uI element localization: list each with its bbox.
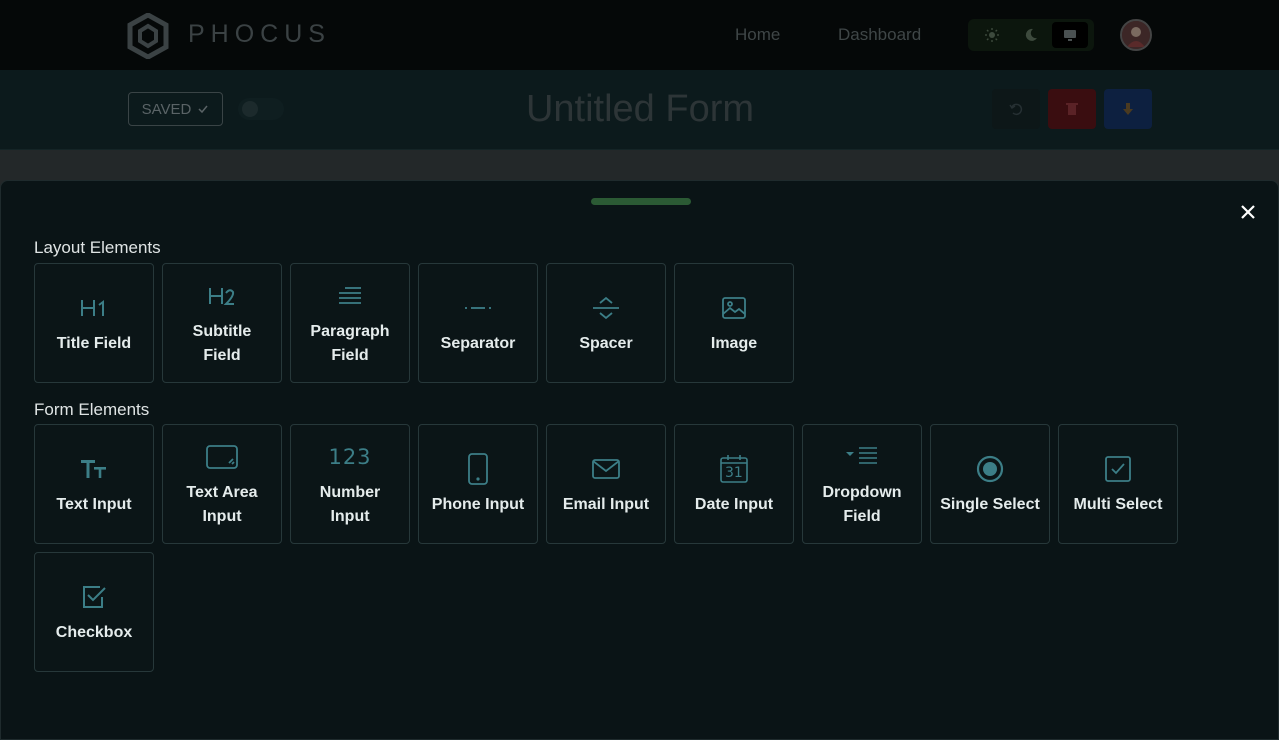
form-elements-heading: Form Elements bbox=[34, 400, 150, 419]
drawer-drag-handle[interactable] bbox=[591, 198, 691, 205]
saved-status-badge: SAVED bbox=[128, 92, 223, 126]
tile-label: Email Input bbox=[562, 496, 650, 513]
calendar-glyph: 31 bbox=[725, 465, 743, 481]
dropdown-icon bbox=[844, 439, 880, 475]
nav-link-home[interactable]: Home bbox=[735, 25, 780, 45]
close-button[interactable] bbox=[1237, 201, 1259, 223]
calendar-icon: 31 bbox=[716, 451, 752, 487]
brand-name[interactable]: PHOCUS bbox=[188, 20, 331, 49]
nav-link-dashboard[interactable]: Dashboard bbox=[838, 25, 921, 45]
heading-2-icon bbox=[204, 278, 240, 314]
tile-title-field[interactable]: Title Field bbox=[34, 263, 154, 383]
tile-label: Text Input bbox=[56, 496, 132, 513]
heading-1-icon bbox=[76, 290, 112, 326]
theme-light-button[interactable] bbox=[974, 22, 1010, 48]
email-icon bbox=[588, 451, 624, 487]
monitor-icon bbox=[1064, 30, 1076, 41]
close-icon bbox=[1241, 205, 1255, 219]
tile-separator[interactable]: Separator bbox=[418, 263, 538, 383]
number-glyph: 123 bbox=[328, 445, 372, 469]
tile-dropdown-field[interactable]: Dropdown Field bbox=[802, 424, 922, 544]
avatar-image bbox=[1122, 21, 1150, 49]
text-area-icon bbox=[204, 439, 240, 475]
tile-label: Title Field bbox=[56, 335, 132, 352]
tile-label: Spacer bbox=[579, 335, 633, 352]
sun-icon bbox=[985, 28, 999, 42]
spacer-icon bbox=[588, 290, 624, 326]
tile-email-input[interactable]: Email Input bbox=[546, 424, 666, 544]
multi-check-icon bbox=[1100, 451, 1136, 487]
tile-multi-select[interactable]: Multi Select bbox=[1058, 424, 1178, 544]
tile-label: Dropdown Field bbox=[822, 484, 902, 525]
tile-paragraph-field[interactable]: Paragraph Field bbox=[290, 263, 410, 383]
check-icon bbox=[198, 105, 208, 114]
form-title[interactable]: Untitled Form bbox=[440, 88, 840, 131]
tile-number-input[interactable]: 123 Number Input bbox=[290, 424, 410, 544]
tile-label: Number Input bbox=[319, 484, 381, 525]
image-icon bbox=[716, 290, 752, 326]
user-avatar[interactable] bbox=[1120, 19, 1152, 51]
text-input-icon bbox=[76, 451, 112, 487]
elements-drawer: Layout Elements Title Field Subtitle Fie… bbox=[0, 180, 1279, 740]
tile-date-input[interactable]: 31 Date Input bbox=[674, 424, 794, 544]
checkbox-icon bbox=[76, 579, 112, 615]
phone-icon bbox=[460, 451, 496, 487]
separator-icon bbox=[460, 290, 496, 326]
tile-label: Single Select bbox=[940, 496, 1040, 513]
tile-image[interactable]: Image bbox=[674, 263, 794, 383]
tile-label: Phone Input bbox=[431, 496, 525, 513]
logo-icon[interactable] bbox=[127, 13, 169, 59]
undo-icon bbox=[1009, 103, 1023, 116]
top-navbar: PHOCUS Home Dashboard bbox=[0, 0, 1279, 70]
preview-toggle[interactable] bbox=[238, 98, 284, 120]
moon-icon bbox=[1025, 28, 1037, 41]
paragraph-icon bbox=[332, 278, 368, 314]
form-toolbar: SAVED Untitled Form bbox=[0, 70, 1279, 150]
tile-label: Separator bbox=[440, 335, 516, 352]
undo-button[interactable] bbox=[992, 89, 1040, 129]
number-icon: 123 bbox=[328, 439, 370, 475]
tile-label: Multi Select bbox=[1073, 496, 1163, 513]
tile-label: Checkbox bbox=[55, 624, 133, 641]
tile-phone-input[interactable]: Phone Input bbox=[418, 424, 538, 544]
tile-spacer[interactable]: Spacer bbox=[546, 263, 666, 383]
delete-button[interactable] bbox=[1048, 89, 1096, 129]
trash-icon bbox=[1066, 103, 1078, 115]
tile-checkbox[interactable]: Checkbox bbox=[34, 552, 154, 672]
tile-label: Subtitle Field bbox=[192, 323, 252, 364]
tile-single-select[interactable]: Single Select bbox=[930, 424, 1050, 544]
save-button[interactable] bbox=[1104, 89, 1152, 129]
radio-icon bbox=[972, 451, 1008, 487]
toggle-knob bbox=[242, 101, 258, 117]
layout-elements-heading: Layout Elements bbox=[34, 238, 161, 257]
save-icon bbox=[1123, 103, 1133, 115]
saved-label: SAVED bbox=[141, 100, 192, 118]
tile-label: Text Area Input bbox=[186, 484, 258, 525]
theme-switcher bbox=[968, 19, 1094, 51]
theme-dark-button[interactable] bbox=[1013, 22, 1049, 48]
tile-label: Image bbox=[710, 335, 758, 352]
tile-text-area-input[interactable]: Text Area Input bbox=[162, 424, 282, 544]
tile-text-input[interactable]: Text Input bbox=[34, 424, 154, 544]
theme-system-button[interactable] bbox=[1052, 22, 1088, 48]
tile-label: Paragraph Field bbox=[310, 323, 390, 364]
tile-label: Date Input bbox=[694, 496, 774, 513]
tile-subtitle-field[interactable]: Subtitle Field bbox=[162, 263, 282, 383]
